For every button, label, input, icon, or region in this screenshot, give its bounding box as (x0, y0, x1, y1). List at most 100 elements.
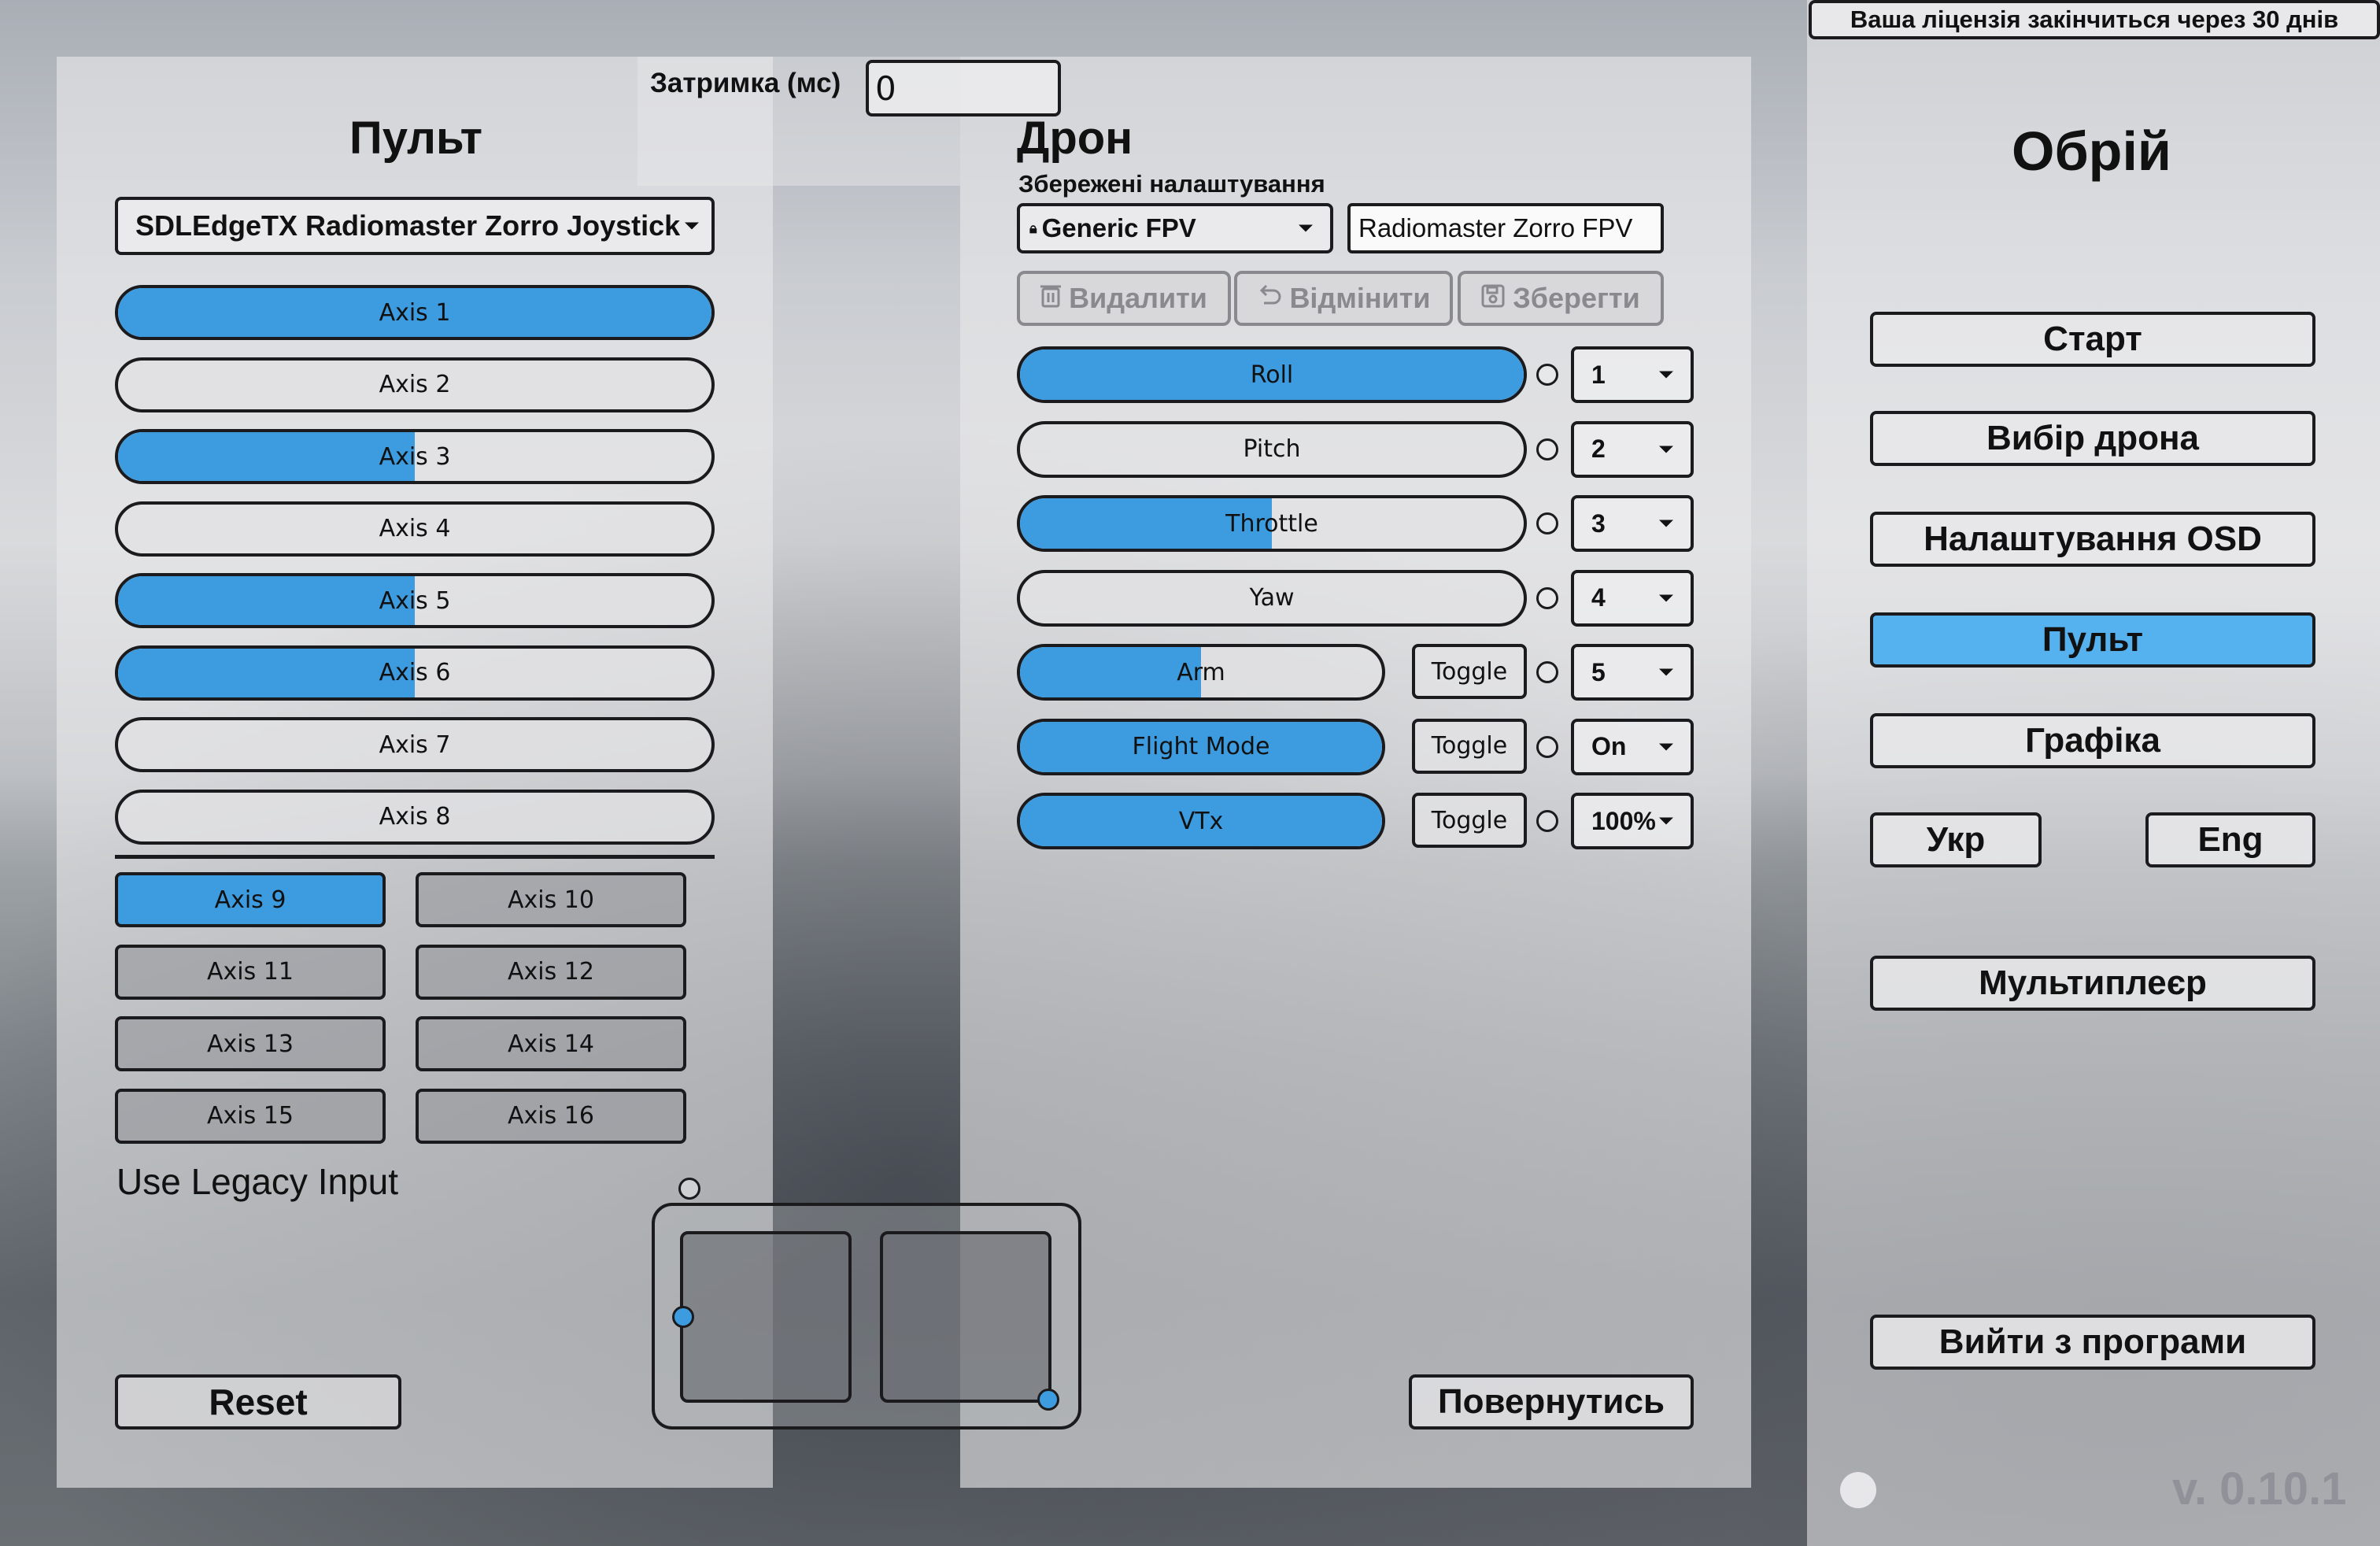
chevron-down-icon (1659, 446, 1673, 453)
channel-bar-label: Roll (1250, 361, 1294, 389)
axis-button-label: Axis 15 (207, 1102, 294, 1130)
channel-toggle-button[interactable]: Toggle (1412, 644, 1527, 699)
start-button[interactable]: Старт (1870, 312, 2315, 367)
version-label: v. 0.10.1 (2172, 1463, 2347, 1515)
axis-bar-label: Axis 2 (379, 371, 451, 398)
lang-ukr-button[interactable]: Укр (1870, 812, 2042, 867)
channel-bar-label: Arm (1177, 658, 1225, 686)
axis-bar[interactable]: Axis 1 (115, 285, 715, 340)
channel-dropdown[interactable]: 5 (1571, 644, 1694, 701)
axis-bar[interactable]: Axis 5 (115, 573, 715, 628)
device-dropdown[interactable]: SDLEdgeTX Radiomaster Zorro Joystick (115, 197, 715, 255)
channel-toggle-button[interactable]: Toggle (1412, 793, 1527, 848)
delay-input[interactable]: 0 (866, 60, 1061, 117)
right-stick-dot (1037, 1389, 1059, 1411)
channel-dropdown[interactable]: 4 (1571, 569, 1694, 627)
chevron-down-icon (685, 222, 699, 230)
preset-name-value: Radiomaster Zorro FPV (1358, 213, 1633, 242)
channel-dropdown-value: 5 (1591, 657, 1606, 686)
axis-button-label: Axis 16 (508, 1102, 594, 1130)
channel-dropdown[interactable]: 1 (1571, 346, 1694, 403)
axis-bar-label: Axis 7 (379, 730, 451, 759)
device-dropdown-value: SDLEdgeTX Radiomaster Zorro Joystick (135, 209, 681, 242)
axis-bar[interactable]: Axis 8 (115, 789, 715, 845)
axis-button[interactable]: Axis 16 (416, 1088, 686, 1144)
lang-eng-button[interactable]: Eng (2145, 812, 2315, 867)
channel-bar[interactable]: Pitch (1017, 420, 1527, 478)
legacy-input-radio[interactable] (678, 1178, 700, 1200)
save-button-label: Зберегти (1513, 282, 1640, 314)
channel-bar[interactable]: Roll (1017, 346, 1527, 403)
channel-bar[interactable]: Throttle (1017, 495, 1527, 552)
exit-button[interactable]: Вийти з програми (1870, 1315, 2315, 1370)
axis-button[interactable]: Axis 11 (115, 944, 386, 1000)
axis-bar[interactable]: Axis 2 (115, 357, 715, 412)
axis-button-label: Axis 14 (508, 1030, 594, 1058)
multiplayer-button[interactable]: Мультиплеєр (1870, 956, 2315, 1011)
axis-bar-label: Axis 1 (379, 298, 451, 327)
preset-dropdown[interactable]: 🔒︎ Generic FPV (1017, 203, 1333, 253)
axis-button-label: Axis 12 (508, 958, 594, 986)
drone-select-button[interactable]: Вибір дрона (1870, 411, 2315, 466)
channel-dropdown[interactable]: 100% (1571, 793, 1694, 849)
preset-name-input[interactable]: Radiomaster Zorro FPV (1347, 203, 1664, 253)
axis-button[interactable]: Axis 14 (416, 1016, 686, 1071)
axis-button[interactable]: Axis 9 (115, 872, 386, 927)
channel-bar[interactable]: VTx (1017, 793, 1385, 849)
axis-button[interactable]: Axis 13 (115, 1016, 386, 1071)
channel-bar[interactable]: Yaw (1017, 569, 1527, 627)
channel-bar[interactable]: Flight Mode (1017, 718, 1385, 775)
channel-dropdown[interactable]: 2 (1571, 420, 1694, 478)
reset-button-label: Reset (209, 1381, 308, 1422)
delay-input-value: 0 (875, 68, 896, 108)
channel-toggle-label: Toggle (1431, 657, 1508, 686)
drone-title: Дрон (1017, 113, 1133, 164)
channel-radio[interactable] (1536, 438, 1558, 460)
reset-button[interactable]: Reset (115, 1374, 401, 1429)
channel-toggle-button[interactable]: Toggle (1412, 718, 1527, 774)
channel-bar-label: Pitch (1243, 435, 1301, 463)
channel-radio[interactable] (1536, 661, 1558, 683)
axis-button-label: Axis 13 (207, 1030, 294, 1058)
license-notice-text: Ваша ліцензія закінчиться через 30 днів (1850, 6, 2339, 33)
delay-label: Затримка (мс) (650, 68, 841, 98)
channel-bar-label: Yaw (1249, 584, 1295, 612)
channel-dropdown-value: 2 (1591, 435, 1606, 463)
channel-radio[interactable] (1536, 735, 1558, 758)
channel-dropdown[interactable]: 3 (1571, 495, 1694, 552)
channel-dropdown[interactable]: On (1571, 718, 1694, 775)
floppy-icon (1481, 282, 1505, 315)
axis-bar[interactable]: Axis 6 (115, 645, 715, 701)
channel-radio[interactable] (1536, 810, 1558, 832)
graphics-button[interactable]: Графіка (1870, 713, 2315, 768)
chevron-down-icon (1659, 371, 1673, 379)
axis-button-label: Axis 10 (508, 886, 594, 914)
delete-button[interactable]: Видалити (1017, 271, 1231, 326)
back-button-label: Повернутись (1437, 1382, 1665, 1421)
chevron-down-icon (1659, 668, 1673, 676)
chevron-down-icon (1659, 520, 1673, 527)
axis-bar[interactable]: Axis 4 (115, 501, 715, 557)
back-button[interactable]: Повернутись (1409, 1374, 1694, 1429)
license-notice: Ваша ліцензія закінчиться через 30 днів (1809, 0, 2380, 39)
channel-radio[interactable] (1536, 586, 1558, 609)
osd-settings-button[interactable]: Налаштування OSD (1870, 512, 2315, 567)
channel-radio[interactable] (1536, 512, 1558, 534)
axis-button[interactable]: Axis 10 (416, 872, 686, 927)
channel-radio[interactable] (1536, 364, 1558, 386)
axis-button[interactable]: Axis 12 (416, 944, 686, 1000)
remote-nav-button[interactable]: Пульт (1870, 612, 2315, 668)
trash-icon (1040, 282, 1062, 315)
channel-bar[interactable]: Arm (1017, 644, 1385, 701)
save-button[interactable]: Зберегти (1458, 271, 1664, 326)
axis-bar[interactable]: Axis 3 (115, 429, 715, 484)
channel-bar-label: VTx (1178, 807, 1224, 835)
cancel-button-label: Відмінити (1289, 282, 1431, 314)
channel-dropdown-value: 1 (1591, 360, 1606, 389)
axis-bar-label: Axis 8 (379, 803, 451, 830)
axis-bar[interactable]: Axis 7 (115, 717, 715, 772)
axis-button[interactable]: Axis 15 (115, 1088, 386, 1144)
axis-button-label: Axis 9 (214, 886, 286, 914)
cancel-button[interactable]: Відмінити (1234, 271, 1453, 326)
channel-toggle-label: Toggle (1431, 732, 1508, 760)
